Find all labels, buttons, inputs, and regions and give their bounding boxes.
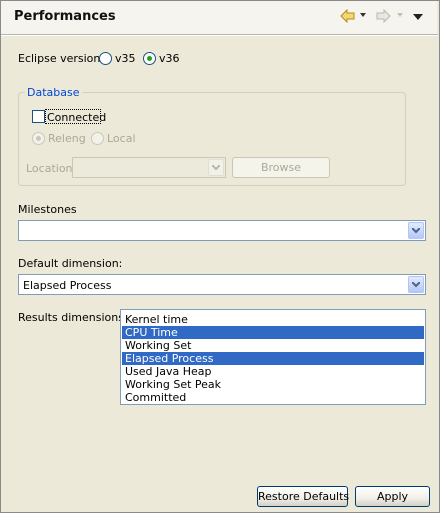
releng-radio[interactable] [32, 132, 45, 145]
list-item-used-java-heap[interactable]: Used Java Heap [122, 365, 424, 378]
view-menu-icon[interactable] [413, 14, 423, 20]
list-item-kernel-time[interactable]: Kernel time [122, 313, 424, 326]
header-divider-highlight [1, 35, 438, 36]
milestones-dropdown-button[interactable] [408, 222, 424, 239]
default-dimension-value: Elapsed Process [23, 279, 112, 292]
location-dropdown-button[interactable] [208, 159, 224, 176]
page-header: Performances [1, 1, 437, 34]
radio-selected-dot [147, 56, 152, 61]
results-dimensions-label: Results dimensions: [18, 311, 128, 324]
back-arrow-icon[interactable] [340, 9, 356, 23]
chevron-down-icon [212, 165, 220, 171]
default-dimension-combo[interactable]: Elapsed Process [18, 274, 426, 295]
default-dimension-label: Default dimension: [18, 257, 123, 270]
connected-checkbox[interactable] [32, 110, 45, 123]
default-dimension-dropdown-button[interactable] [408, 276, 424, 293]
forward-arrow-icon[interactable] [375, 9, 391, 23]
eclipse-version-label: Eclipse version [18, 52, 101, 65]
eclipse-version-v35-label[interactable]: v35 [115, 52, 136, 65]
milestones-label: Milestones [18, 203, 77, 216]
milestones-combo[interactable] [18, 220, 426, 241]
releng-label[interactable]: Releng [48, 132, 86, 145]
location-combo[interactable] [72, 157, 226, 178]
chevron-down-icon [412, 282, 420, 288]
connected-label[interactable]: Connected [47, 111, 106, 124]
list-item-cpu-time[interactable]: CPU Time [122, 326, 424, 339]
list-item-committed[interactable]: Committed [122, 391, 424, 404]
apply-button[interactable]: Apply [355, 486, 430, 507]
browse-button[interactable]: Browse [232, 157, 330, 178]
eclipse-version-v36-radio[interactable] [143, 52, 156, 65]
list-item-elapsed-process[interactable]: Elapsed Process [122, 352, 424, 365]
page-title: Performances [14, 9, 116, 24]
back-history-chevron-icon[interactable] [360, 13, 366, 17]
eclipse-version-v35-radio[interactable] [99, 52, 112, 65]
radio-selected-dot [36, 136, 41, 141]
restore-defaults-button[interactable]: Restore Defaults [257, 486, 349, 507]
database-group-title: Database [25, 86, 82, 99]
local-label[interactable]: Local [107, 132, 136, 145]
chevron-down-icon [412, 228, 420, 234]
location-label: Location [26, 162, 73, 175]
results-dimensions-list[interactable]: Kernel time CPU Time Working Set Elapsed… [120, 309, 426, 405]
list-item-working-set[interactable]: Working Set [122, 339, 424, 352]
local-radio[interactable] [91, 132, 104, 145]
forward-history-chevron-icon[interactable] [397, 13, 403, 17]
eclipse-version-v36-label[interactable]: v36 [159, 52, 180, 65]
list-item-working-set-peak[interactable]: Working Set Peak [122, 378, 424, 391]
